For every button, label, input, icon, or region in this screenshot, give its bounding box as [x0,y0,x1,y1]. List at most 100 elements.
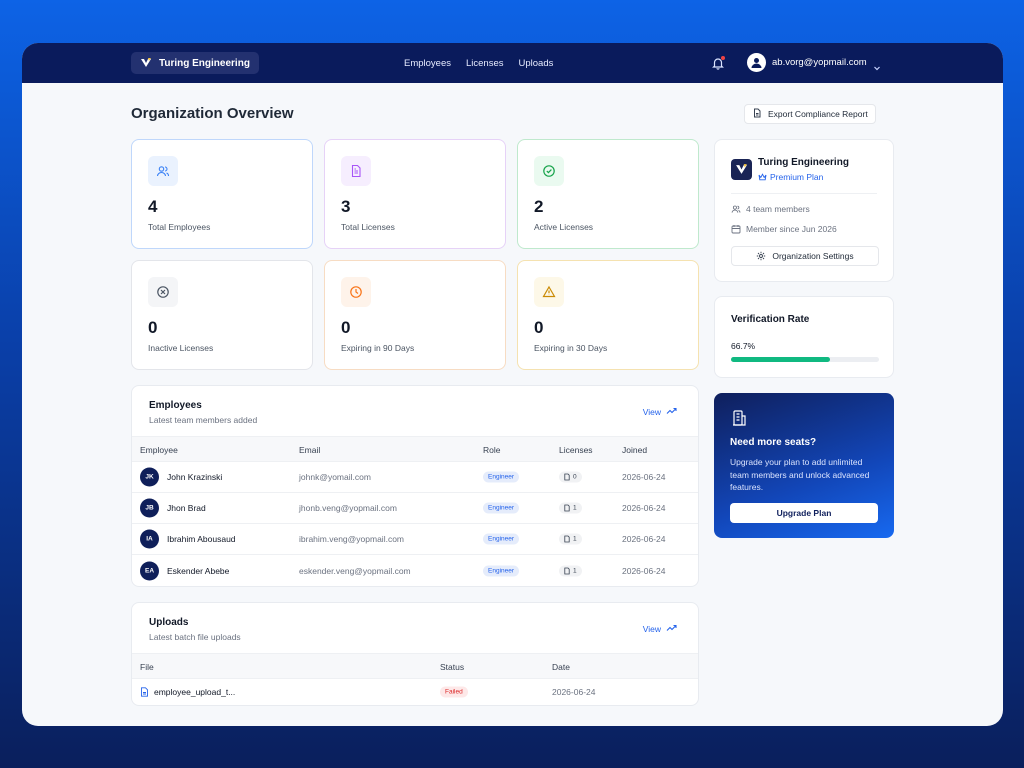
joined-date: 2026-06-24 [622,565,666,576]
plan-label: Premium Plan [770,172,824,182]
role-badge: Engineer [483,533,520,545]
export-compliance-report-button[interactable]: Export Compliance Report [744,104,876,124]
upgrade-plan-button[interactable]: Upgrade Plan [730,503,878,523]
upgrade-title: Need more seats? [730,437,817,448]
app-window: Turing Engineering Employees Licenses Up… [22,43,1003,726]
employee-name: John Krazinski [167,472,223,482]
license-count: 1 [573,504,577,512]
employee-name: Eskender Abebe [167,565,230,576]
chevron-down-icon [873,59,881,70]
trending-up-icon [666,407,677,417]
upload-date: 2026-06-24 [552,687,596,697]
uploads-panel: Uploads Latest batch file uploads View F… [131,602,699,706]
avatar: IA [140,529,159,549]
stat-value: 3 [341,197,351,216]
x-circle-icon [148,277,178,307]
file-name[interactable]: employee_upload_t... [154,687,235,697]
check-circle-icon [534,156,564,186]
stat-label: Total Employees [148,222,211,232]
status-badge: Failed [440,686,468,698]
calendar-icon [731,225,741,234]
file-icon [564,567,570,574]
notification-dot [721,56,725,60]
user-email: ab.vorg@yopmail.com [772,57,867,68]
stat-label: Active Licenses [534,222,594,232]
license-count-badge: 1 [559,565,582,576]
avatar: JB [140,498,159,518]
uploads-view-link[interactable]: View [643,624,677,634]
brand-button[interactable]: Turing Engineering [131,52,259,74]
users-icon [731,205,741,213]
joined-date: 2026-06-24 [622,472,666,482]
license-count-badge: 1 [559,533,582,545]
file-cell: employee_upload_t... [140,687,235,697]
verification-percent: 66.7% [731,341,756,351]
table-row[interactable]: employee_upload_t... Failed 2026-06-24 [132,679,698,705]
file-icon [141,687,148,697]
stat-label: Total Licenses [341,222,395,232]
stat-label: Expiring in 30 Days [534,343,608,353]
crown-icon [758,173,767,181]
stat-card-total-licenses: 3 Total Licenses [324,139,506,249]
employee-email: johnk@yomail.com [299,472,371,482]
employee-email: jhonb.veng@yopmail.com [299,503,397,513]
nav-licenses[interactable]: Licenses [466,58,504,69]
users-icon [148,156,178,186]
uploads-title: Uploads [149,617,189,628]
role-badge: Engineer [483,502,520,514]
table-row[interactable]: IA Ibrahim Abousaud ibrahim.veng@yopmail… [132,524,698,555]
stat-label: Inactive Licenses [148,343,214,353]
table-row[interactable]: EA Eskender Abebe eskender.veng@yopmail.… [132,555,698,586]
organization-settings-button[interactable]: Organization Settings [731,246,879,266]
employees-title: Employees [149,400,202,411]
stat-card-expiring-30-days: 0 Expiring in 30 Days [517,260,699,370]
nav-employees[interactable]: Employees [404,58,451,69]
members-count: 4 team members [746,204,810,214]
user-avatar-icon [747,53,766,72]
member-since: Member since Jun 2026 [746,224,837,234]
stat-card-total-employees: 4 Total Employees [131,139,313,249]
nav-uploads[interactable]: Uploads [519,58,554,69]
verification-title: Verification Rate [731,314,810,325]
stat-card-active-licenses: 2 Active Licenses [517,139,699,249]
stat-value: 0 [534,318,544,337]
org-plan: Premium Plan [758,172,823,182]
avatar: EA [140,561,159,580]
uploads-table-header: File Status Date [132,653,698,679]
col-licenses: Licenses [559,445,593,455]
employees-view-link[interactable]: View [643,407,677,417]
notification-bell-icon[interactable] [711,56,725,70]
verification-rate-card: Verification Rate 66.7% [714,296,894,378]
employees-panel: Employees Latest team members added View… [131,385,699,587]
stat-value: 0 [341,318,351,337]
table-row[interactable]: JK John Krazinski johnk@yomail.com Engin… [132,462,698,493]
page-title: Organization Overview [131,105,294,122]
joined-date: 2026-06-24 [622,503,666,513]
stat-card-expiring-90-days: 0 Expiring in 90 Days [324,260,506,370]
employee-name: Ibrahim Abousaud [167,534,236,544]
stat-value: 4 [148,197,158,216]
org-since: Member since Jun 2026 [731,224,837,234]
license-count: 1 [573,535,577,543]
col-date: Date [552,662,570,672]
table-row[interactable]: JB Jhon Brad jhonb.veng@yopmail.com Engi… [132,493,698,524]
license-count: 0 [573,473,577,481]
col-role: Role [483,445,501,455]
file-icon [564,473,570,481]
user-menu[interactable]: ab.vorg@yopmail.com [747,53,881,72]
role-badge: Engineer [483,565,520,576]
divider [731,193,877,194]
col-email: Email [299,445,321,455]
settings-label: Organization Settings [772,251,854,261]
file-icon [564,504,570,512]
file-text-icon [341,156,371,186]
upgrade-card: Need more seats? Upgrade your plan to ad… [714,393,894,538]
top-navbar: Turing Engineering Employees Licenses Up… [22,43,1003,83]
employee-name: Jhon Brad [167,503,206,513]
view-label: View [642,624,661,634]
stat-label: Expiring in 90 Days [341,343,415,353]
col-joined: Joined [622,445,648,455]
employee-email: ibrahim.veng@yopmail.com [299,534,405,544]
license-count-badge: 1 [559,502,582,514]
trending-up-icon [666,624,677,634]
